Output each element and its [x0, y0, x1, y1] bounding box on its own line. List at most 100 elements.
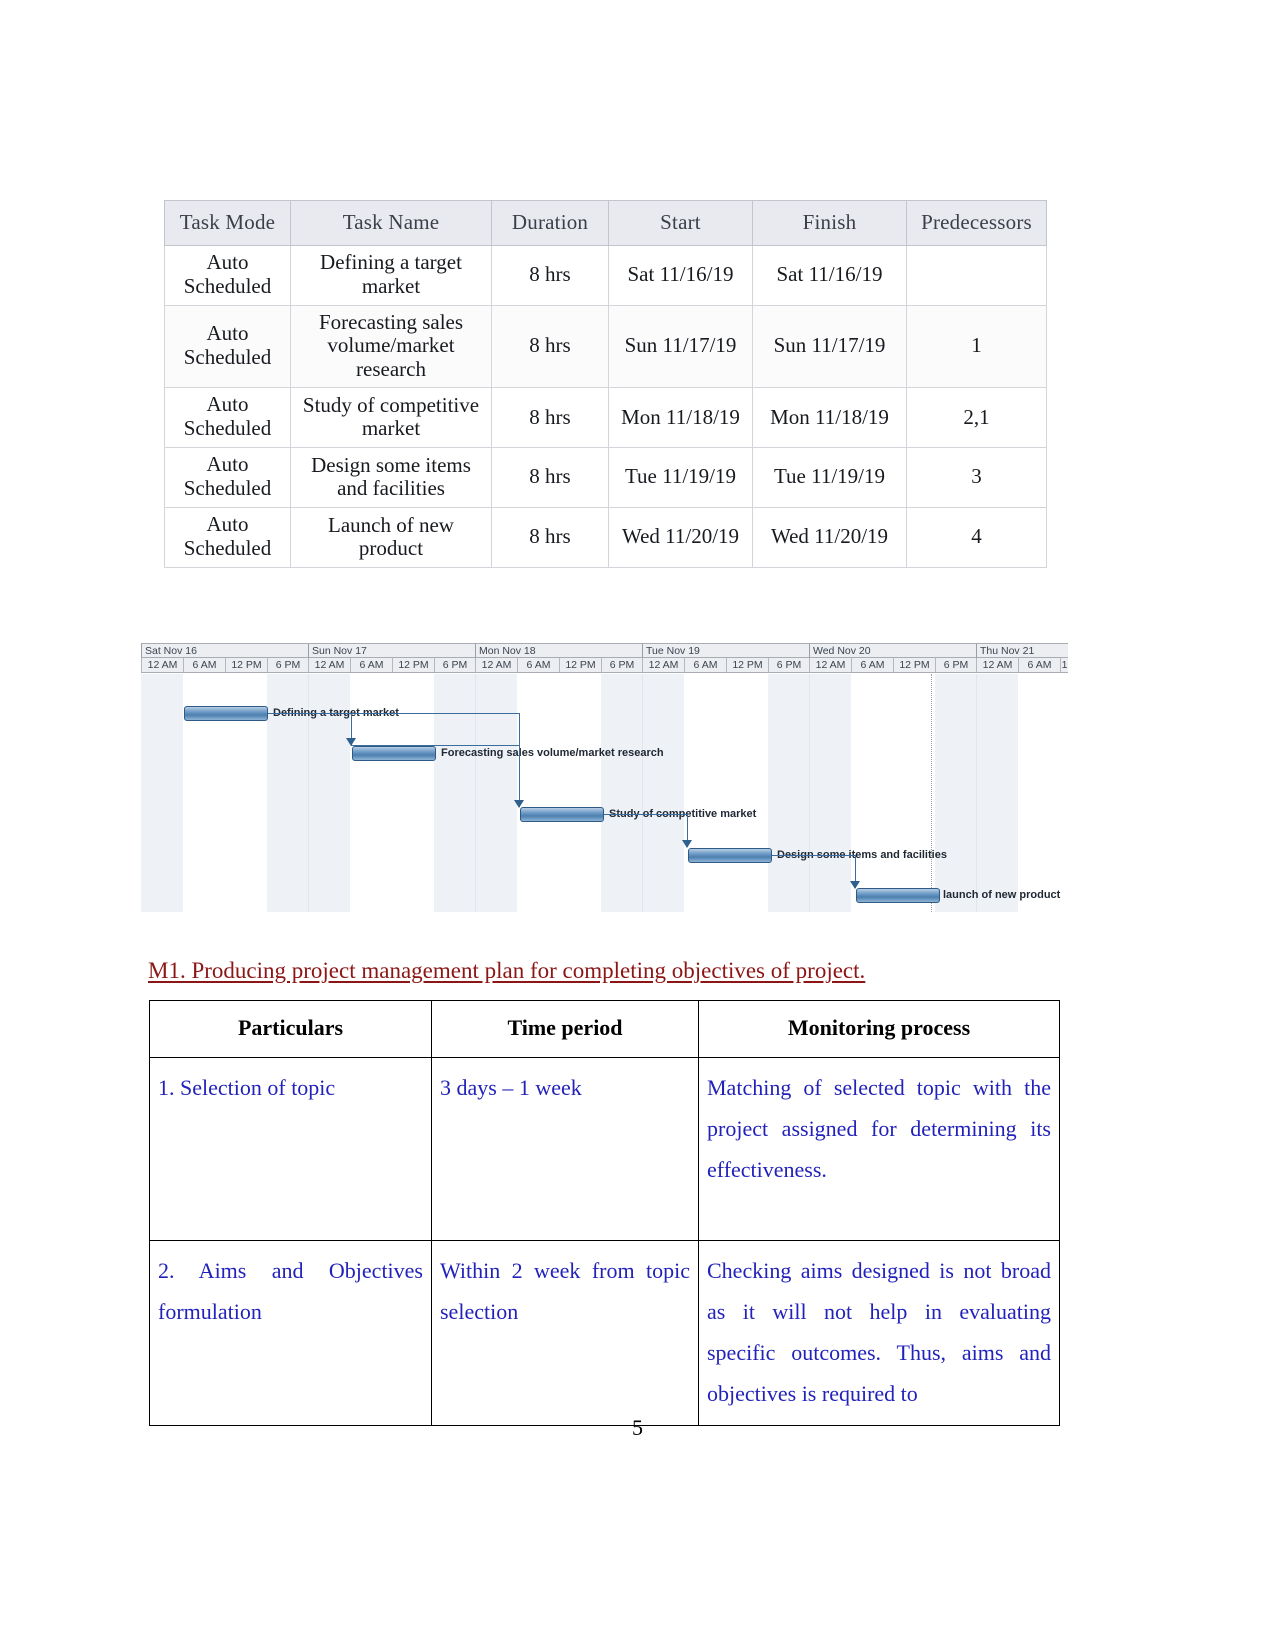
table-row: Auto Scheduled Forecasting sales volume/…	[164, 304, 1047, 389]
gantt-bar	[856, 888, 940, 903]
gantt-hour-label: 6 PM	[601, 658, 642, 672]
cell-finish: Sat 11/16/19	[752, 245, 907, 306]
gantt-link-arrow	[682, 840, 692, 848]
gantt-hour-label: 6 AM	[851, 658, 893, 672]
project-plan-table: Particulars Time period Monitoring proce…	[149, 1000, 1060, 1426]
gantt-bar	[688, 848, 772, 863]
cell-start: Mon 11/18/19	[608, 387, 753, 449]
column-header-finish: Finish	[752, 200, 907, 246]
page-number: 5	[632, 1415, 643, 1440]
gantt-hour-label: 6 AM	[684, 658, 726, 672]
cell-predecessors: 1	[906, 304, 1047, 389]
cell-duration: 8 hrs	[491, 507, 609, 569]
column-header-predecessors: Predecessors	[906, 200, 1047, 246]
cell-task-name: Defining a target market	[290, 245, 492, 306]
cell-start: Wed 11/20/19	[608, 507, 753, 569]
cell-predecessors: 3	[906, 447, 1047, 509]
gantt-hour-label: 6 PM	[434, 658, 475, 672]
cell-particulars: 1. Selection of topic	[149, 1057, 432, 1241]
gantt-chart: Sat Nov 16 Sun Nov 17 Mon Nov 18 Tue Nov…	[141, 643, 1068, 913]
gantt-hour-label: 12 AM	[475, 658, 517, 672]
gantt-bar-label: Forecasting sales volume/market research	[441, 747, 664, 759]
table-header-row: Task Mode Task Name Duration Start Finis…	[164, 200, 1047, 246]
column-header-task-mode: Task Mode	[164, 200, 291, 246]
cell-duration: 8 hrs	[491, 447, 609, 509]
gantt-hour-label: 6 PM	[935, 658, 976, 672]
gantt-day-label: Tue Nov 19	[642, 644, 809, 658]
gantt-hour-label: 6 AM	[350, 658, 392, 672]
column-header-start: Start	[608, 200, 753, 246]
cell-task-name: Study of competitive market	[290, 387, 492, 449]
gantt-hour-label: 12 PM	[225, 658, 267, 672]
gantt-canvas: Defining a target market Forecasting sal…	[141, 674, 1068, 912]
cell-particulars: 2. Aims and Objectives formulation	[149, 1240, 432, 1426]
cell-duration: 8 hrs	[491, 304, 609, 389]
gantt-hour-label: 6 PM	[267, 658, 308, 672]
gantt-shaded-band	[141, 674, 183, 912]
cell-monitoring: Checking aims designed is not broad as i…	[698, 1240, 1060, 1426]
table-header-row: Particulars Time period Monitoring proce…	[149, 1000, 1060, 1058]
column-header-monitoring-process: Monitoring process	[698, 1000, 1060, 1058]
gantt-hour-label: 6 AM	[183, 658, 225, 672]
table-row: 2. Aims and Objectives formulation Withi…	[149, 1240, 1060, 1426]
cell-finish: Tue 11/19/19	[752, 447, 907, 509]
cell-time-period: Within 2 week from topic selection	[431, 1240, 699, 1426]
table-row: Auto Scheduled Launch of new product 8 h…	[164, 507, 1047, 569]
gantt-bar-label: launch of new product	[943, 889, 1061, 901]
gantt-day-label: Thu Nov 21	[976, 644, 1068, 658]
section-heading-m1: M1. Producing project management plan fo…	[148, 958, 866, 983]
document-page: Task Mode Task Name Duration Start Finis…	[0, 0, 1275, 1651]
gantt-hour-label: 12 AM	[141, 658, 183, 672]
cell-time-period: 3 days – 1 week	[431, 1057, 699, 1241]
cell-finish: Wed 11/20/19	[752, 507, 907, 569]
cell-duration: 8 hrs	[491, 387, 609, 449]
cell-start: Sun 11/17/19	[608, 304, 753, 389]
gantt-hour-label: 6 PM	[768, 658, 809, 672]
cell-start: Sat 11/16/19	[608, 245, 753, 306]
column-header-particulars: Particulars	[149, 1000, 432, 1058]
gantt-hour-label: 12 AM	[642, 658, 684, 672]
column-header-duration: Duration	[491, 200, 609, 246]
gantt-day-label: Mon Nov 18	[475, 644, 642, 658]
table-row: Auto Scheduled Defining a target market …	[164, 245, 1047, 306]
gantt-link-arrow	[346, 738, 356, 746]
gantt-hour-label: 12 AM	[308, 658, 350, 672]
cell-start: Tue 11/19/19	[608, 447, 753, 509]
table-row: Auto Scheduled Study of competitive mark…	[164, 387, 1047, 449]
gantt-day-header: Sat Nov 16 Sun Nov 17 Mon Nov 18 Tue Nov…	[141, 643, 1068, 658]
gantt-day-label: Sun Nov 17	[308, 644, 475, 658]
table-row: 1. Selection of topic 3 days – 1 week Ma…	[149, 1057, 1060, 1241]
cell-task-mode: Auto Scheduled	[164, 447, 291, 509]
gantt-hour-label: 12 PM	[559, 658, 601, 672]
cell-predecessors: 2,1	[906, 387, 1047, 449]
column-header-task-name: Task Name	[290, 200, 492, 246]
cell-task-mode: Auto Scheduled	[164, 507, 291, 569]
task-schedule-table: Task Mode Task Name Duration Start Finis…	[164, 200, 1047, 569]
cell-task-mode: Auto Scheduled	[164, 245, 291, 306]
cell-monitoring: Matching of selected topic with the proj…	[698, 1057, 1060, 1241]
cell-predecessors	[906, 245, 1047, 306]
cell-task-mode: Auto Scheduled	[164, 304, 291, 389]
gantt-today-line	[931, 674, 932, 912]
gantt-day-label: Sat Nov 16	[141, 644, 308, 658]
cell-task-name: Forecasting sales volume/market research	[290, 304, 492, 389]
cell-duration: 8 hrs	[491, 245, 609, 306]
gantt-bar	[352, 746, 436, 761]
gantt-bar	[184, 706, 268, 721]
gantt-hour-label: 6 AM	[1018, 658, 1060, 672]
cell-task-name: Launch of new product	[290, 507, 492, 569]
gantt-hour-header: 12 AM 6 AM 12 PM 6 PM 12 AM 6 AM 12 PM 6…	[141, 658, 1068, 673]
gantt-bar	[520, 807, 604, 822]
gantt-hour-label: 6 AM	[517, 658, 559, 672]
gantt-day-label: Wed Nov 20	[809, 644, 976, 658]
gantt-hour-label: 1	[1060, 658, 1068, 672]
gantt-hour-label: 12 AM	[809, 658, 851, 672]
cell-finish: Mon 11/18/19	[752, 387, 907, 449]
gantt-hour-label: 12 PM	[893, 658, 935, 672]
cell-task-name: Design some items and facilities	[290, 447, 492, 509]
gantt-hour-label: 12 AM	[976, 658, 1018, 672]
gantt-hour-label: 12 PM	[726, 658, 768, 672]
column-header-time-period: Time period	[431, 1000, 699, 1058]
table-row: Auto Scheduled Design some items and fac…	[164, 447, 1047, 509]
cell-predecessors: 4	[906, 507, 1047, 569]
